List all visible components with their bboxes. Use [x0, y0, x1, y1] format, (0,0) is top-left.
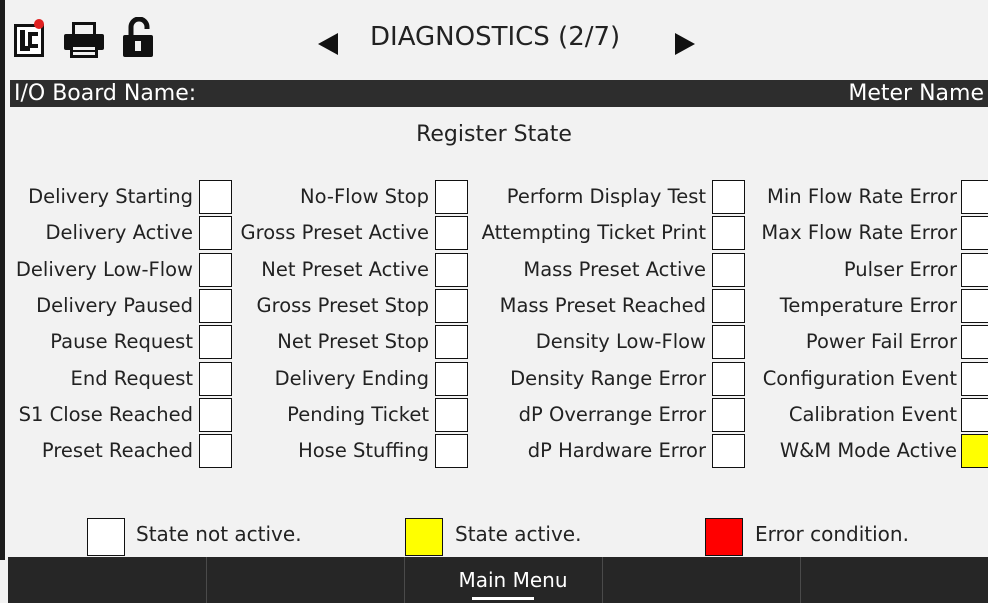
meter-name: Meter Name	[848, 81, 984, 106]
tab-separator	[404, 557, 405, 603]
register-row: Min Flow Rate Error	[0, 179, 988, 215]
register-label: Power Fail Error	[805, 330, 957, 354]
tab-separator	[206, 557, 207, 603]
register-label: Pulser Error	[843, 257, 957, 281]
app-logo-icon[interactable]	[13, 18, 47, 58]
register-label: Max Flow Rate Error	[761, 221, 957, 245]
register-label: Temperature Error	[779, 293, 957, 317]
register-state-indicator	[961, 361, 988, 396]
legend-error-swatch	[705, 518, 743, 556]
top-bar: DIAGNOSTICS (2/7)	[0, 0, 988, 80]
register-state-indicator	[961, 252, 988, 287]
register-label: W&M Mode Active	[779, 439, 957, 463]
register-label: Calibration Event	[788, 402, 957, 426]
next-arrow-icon[interactable]	[671, 33, 697, 55]
section-title: Register State	[416, 122, 572, 147]
legend-inactive-swatch	[87, 518, 125, 556]
io-board-header: I/O Board Name: Meter Name	[10, 80, 988, 107]
legend-active-text: State active.	[455, 522, 582, 546]
register-row: Temperature Error	[0, 288, 988, 324]
register-state-indicator	[961, 216, 988, 251]
register-state-indicator	[961, 434, 988, 469]
register-row: Power Fail Error	[0, 324, 988, 360]
printer-icon[interactable]	[62, 20, 106, 60]
legend-inactive-text: State not active.	[136, 522, 302, 546]
register-row: Configuration Event	[0, 361, 988, 397]
tab-separator	[800, 557, 801, 603]
register-row: Pulser Error	[0, 252, 988, 288]
prev-arrow-icon[interactable]	[316, 33, 342, 55]
register-state-indicator	[961, 180, 988, 214]
main-menu-underline	[472, 597, 534, 600]
register-state-indicator	[961, 325, 988, 360]
io-board-label: I/O Board Name:	[14, 81, 197, 106]
page-title: DIAGNOSTICS (2/7)	[370, 22, 621, 52]
register-state-indicator	[961, 288, 988, 323]
unlock-icon[interactable]	[121, 16, 157, 59]
legend-error-text: Error condition.	[755, 522, 909, 546]
register-row: W&M Mode Active	[0, 433, 988, 469]
legend-active-swatch	[405, 518, 443, 556]
register-state-indicator	[961, 397, 988, 432]
register-row: Max Flow Rate Error	[0, 215, 988, 251]
register-label: Min Flow Rate Error	[767, 185, 957, 208]
register-label: Configuration Event	[762, 366, 957, 390]
register-row: Calibration Event	[0, 397, 988, 433]
